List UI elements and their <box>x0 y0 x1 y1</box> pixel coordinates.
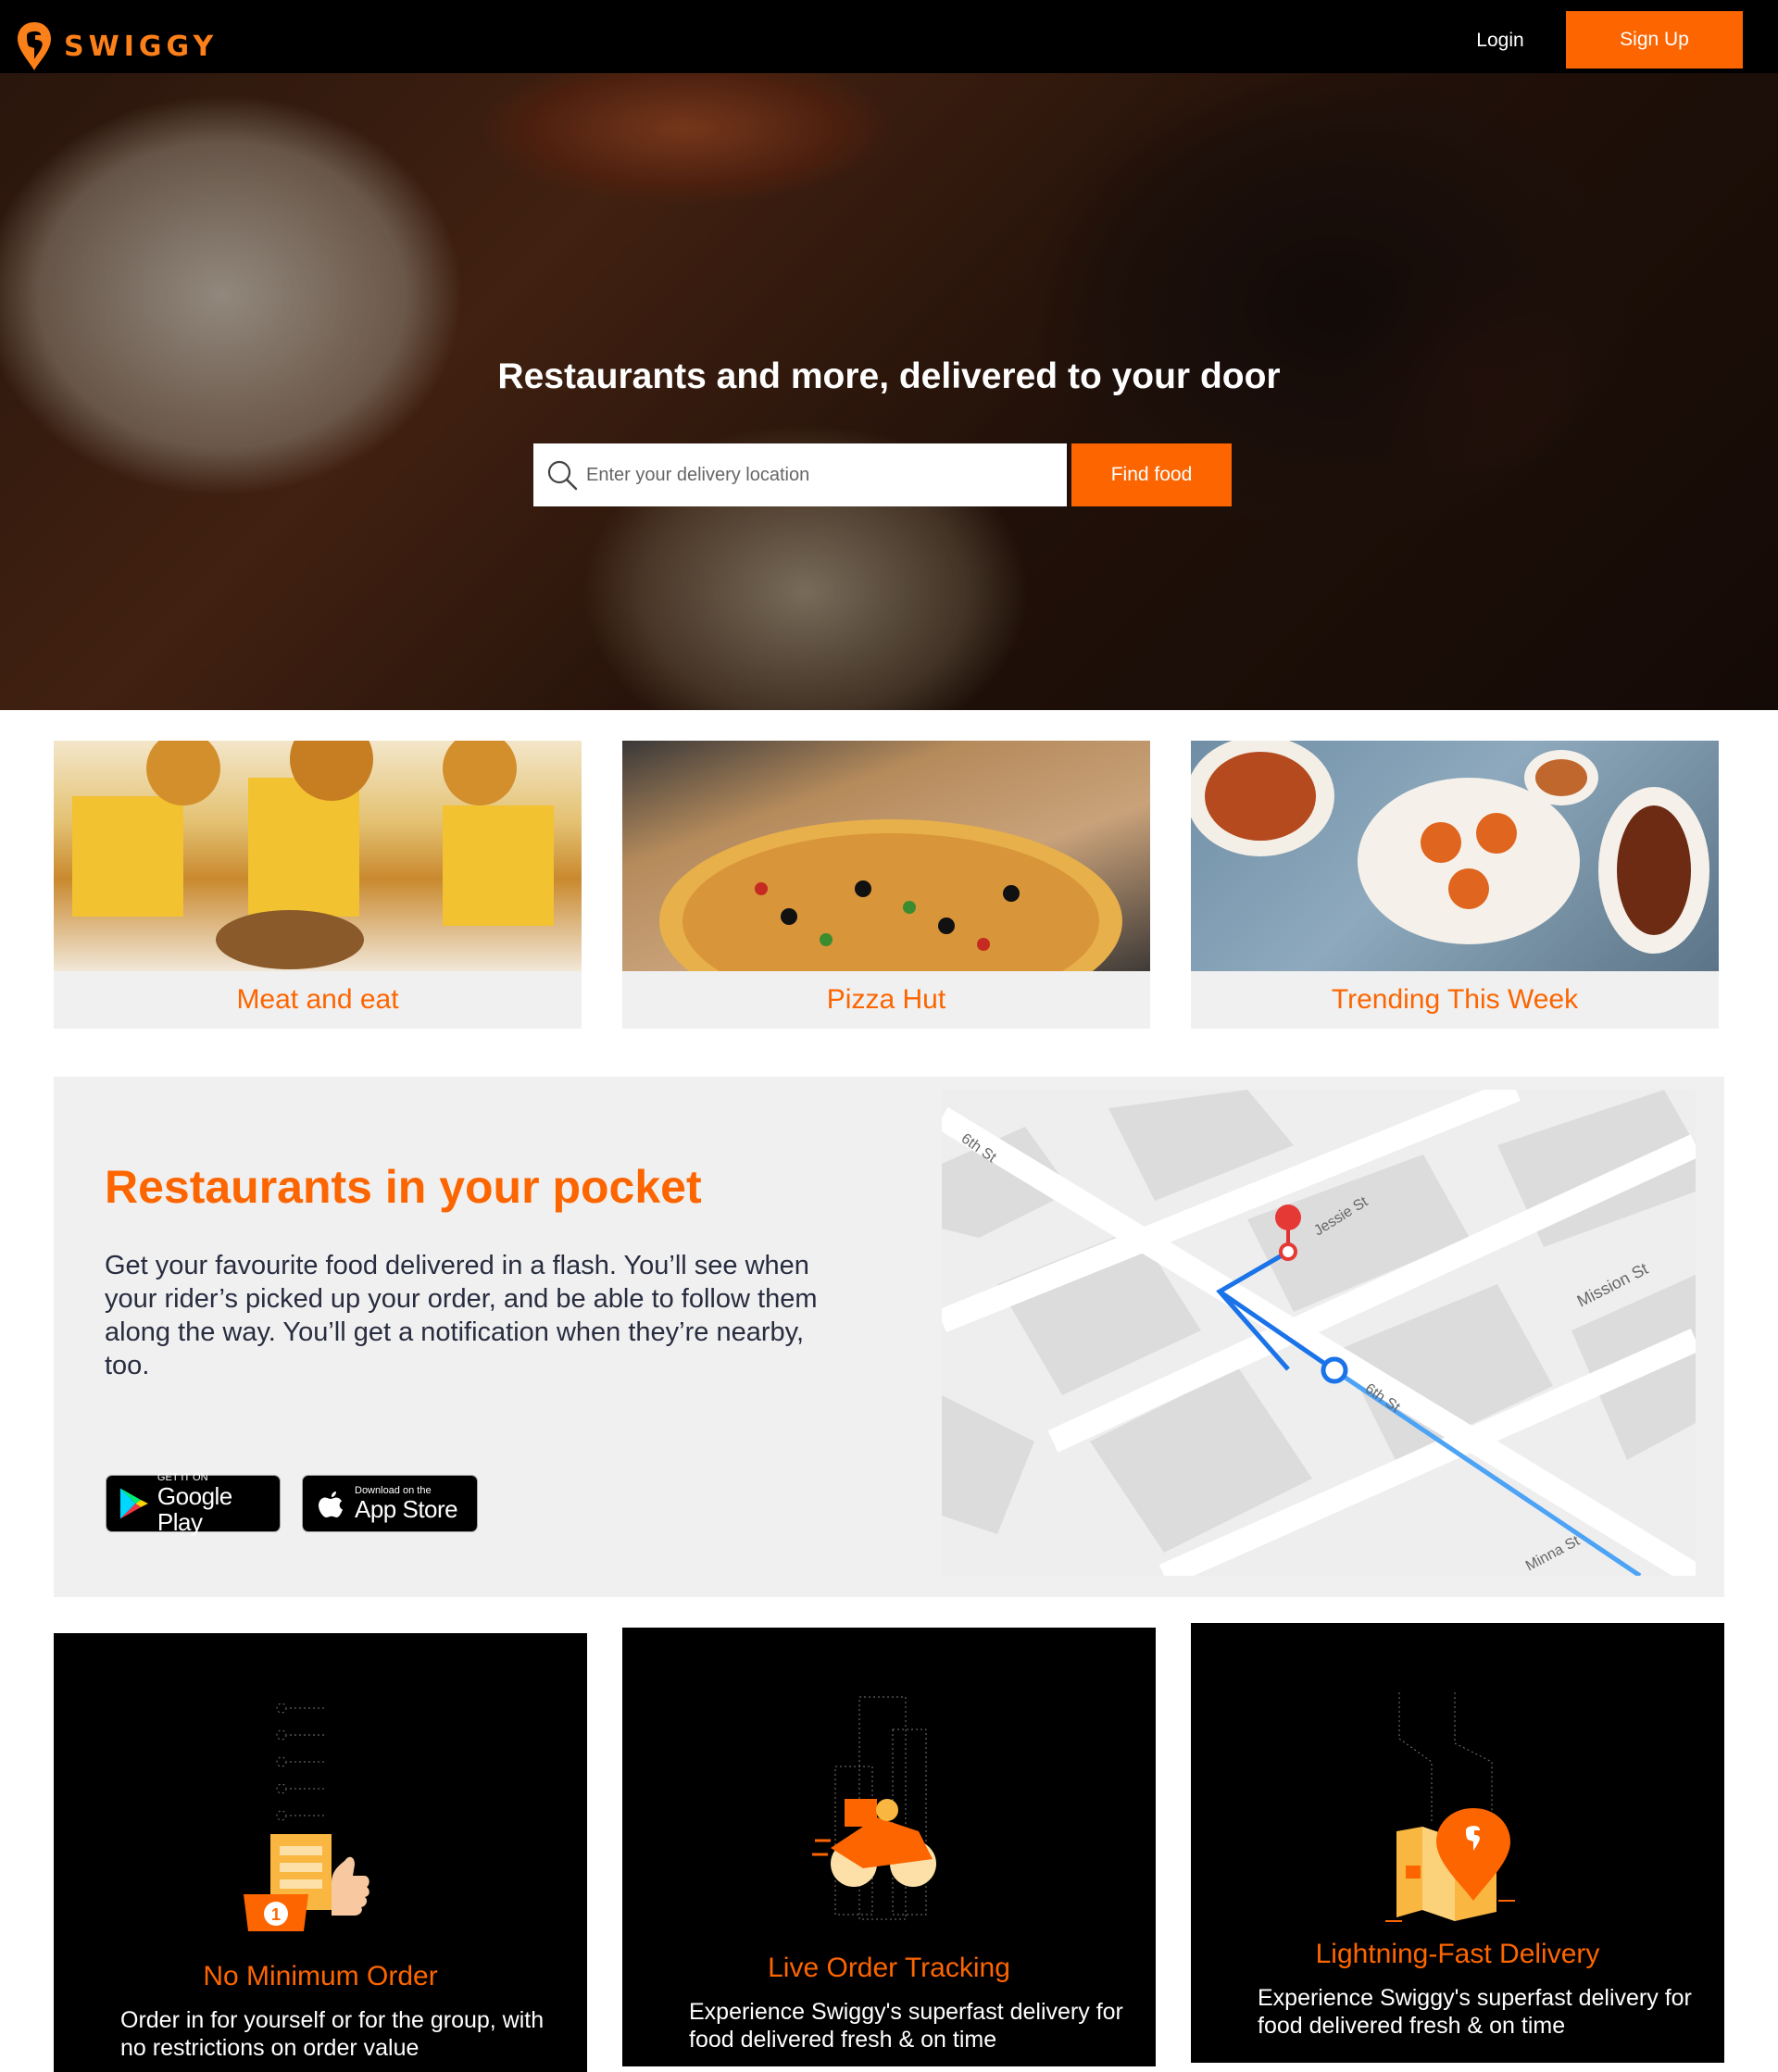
login-link[interactable]: Login <box>1463 22 1537 59</box>
feature-title: No Minimum Order <box>203 1961 438 1991</box>
card-label: Meat and eat <box>236 984 399 1015</box>
app-store-badge[interactable]: Download on the App Store <box>302 1475 478 1532</box>
google-play-badge[interactable]: GET IT ON Google Play <box>106 1472 281 1535</box>
apple-icon <box>319 1492 343 1517</box>
feature-description: Experience Swiggy's superfast delivery f… <box>689 1999 1123 2053</box>
card-label: Pizza Hut <box>826 984 946 1015</box>
meat-and-eat-image <box>54 741 582 971</box>
signup-button[interactable]: Sign Up <box>1566 11 1743 69</box>
feature-description: Order in for yourself or for the group, … <box>120 2007 545 2061</box>
hero-banner: Restaurants and more, delivered to your … <box>0 73 1778 710</box>
google-play-text: GET IT ON Google Play <box>157 1472 280 1535</box>
delivery-illustration <box>1385 1692 1515 1922</box>
feature-lightning-fast-delivery: Lightning-Fast Delivery Experience Swigg… <box>1191 1623 1724 2063</box>
card-pizza-hut[interactable]: Pizza Hut <box>622 741 1150 1029</box>
hero-title: Restaurants and more, delivered to your … <box>497 356 1281 396</box>
delivery-location-input[interactable] <box>586 464 1049 486</box>
feature-title: Live Order Tracking <box>768 1953 1010 1983</box>
location-search-box[interactable] <box>533 443 1067 506</box>
card-label: Trending This Week <box>1331 984 1579 1015</box>
brand-name: SWIGGY <box>64 30 219 63</box>
delivery-tracking-map: 6th St Jessie St Mission St 6th St Minna… <box>942 1090 1696 1576</box>
feature-live-order-tracking: Live Order Tracking Experience Swiggy's … <box>622 1628 1156 2066</box>
swiggy-logo[interactable]: SWIGGY <box>16 20 219 72</box>
feature-title: Lightning-Fast Delivery <box>1315 1939 1600 1969</box>
google-play-icon <box>119 1488 148 1519</box>
feature-no-minimum-order: 1 No Minimum Order Order in for yourself… <box>54 1633 587 2072</box>
trending-image <box>1191 741 1719 971</box>
google-play-label: Google Play <box>157 1482 232 1536</box>
order-count-badge: 1 <box>271 1905 281 1924</box>
pocket-description: Get your favourite food delivered in a f… <box>105 1251 818 1380</box>
app-promo-section: Restaurants in your pocket Get your favo… <box>54 1077 1724 1597</box>
card-meat-and-eat[interactable]: Meat and eat <box>54 741 582 1029</box>
app-store-text: Download on the App Store <box>355 1485 458 1523</box>
top-navbar: SWIGGY Login Sign Up <box>0 0 1778 73</box>
pizza-hut-image <box>622 741 1150 971</box>
order-illustration: 1 <box>244 1703 369 1931</box>
card-trending-this-week[interactable]: Trending This Week <box>1191 741 1719 1029</box>
feature-description: Experience Swiggy's superfast delivery f… <box>1258 1985 1692 2039</box>
search-icon <box>547 460 578 491</box>
find-food-button[interactable]: Find food <box>1071 443 1232 506</box>
pocket-title: Restaurants in your pocket <box>105 1161 702 1213</box>
tracking-illustration <box>812 1696 936 1920</box>
swiggy-logo-icon <box>18 22 51 70</box>
app-store-label: App Store <box>355 1495 458 1523</box>
